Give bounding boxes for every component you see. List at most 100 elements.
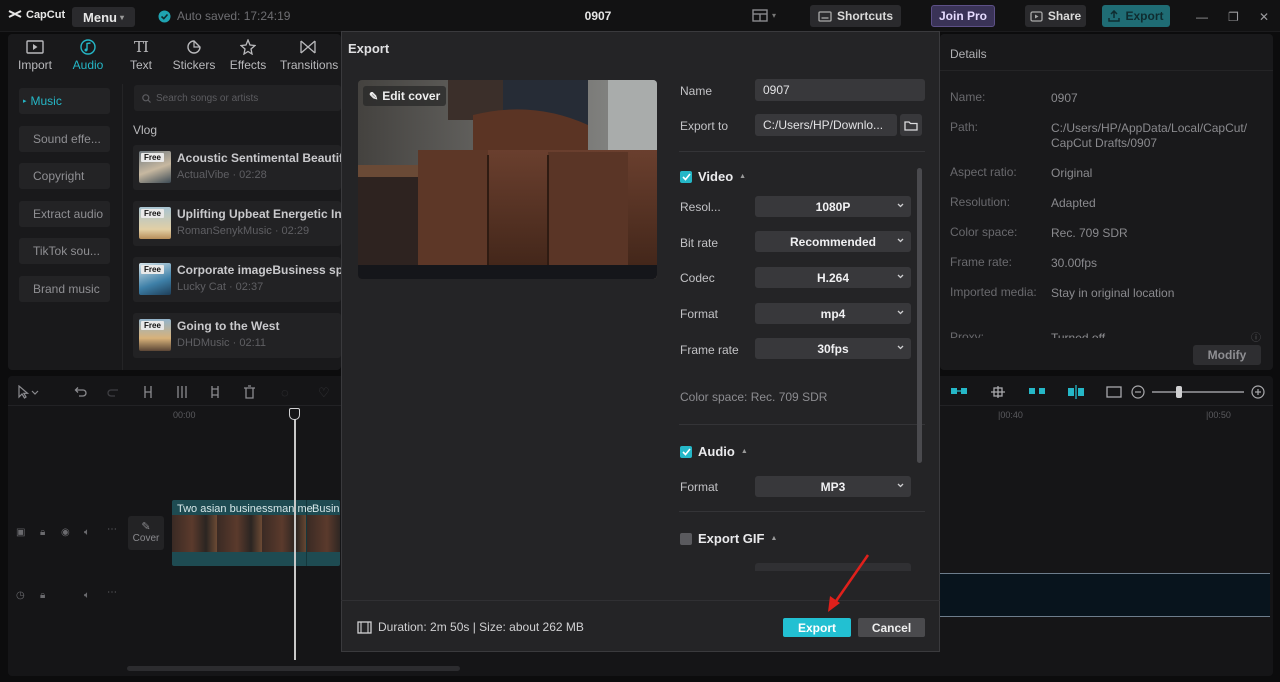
- detail-key: Path:: [950, 120, 979, 134]
- export-path-field[interactable]: C:/Users/HP/Downlo...: [755, 114, 897, 136]
- tab-audio[interactable]: Audio: [63, 38, 113, 72]
- folder-button[interactable]: [900, 114, 922, 136]
- tab-effects[interactable]: Effects: [223, 38, 273, 72]
- select-tool-icon[interactable]: [17, 385, 39, 399]
- dialog-scrollbar[interactable]: [917, 168, 922, 463]
- effects-icon: [223, 38, 273, 56]
- tab-effects-label: Effects: [229, 58, 267, 72]
- sidebar-item-sound-effects[interactable]: Sound effe...: [19, 126, 110, 152]
- split-left-icon[interactable]: [175, 385, 189, 399]
- video-section-header[interactable]: Video ▲: [680, 169, 746, 184]
- timeline-scrollbar[interactable]: [127, 666, 460, 671]
- free-badge: Free: [141, 321, 164, 330]
- minimize-icon[interactable]: —: [1196, 10, 1208, 24]
- edit-cover-button[interactable]: ✎ Edit cover: [363, 86, 447, 106]
- delete-icon[interactable]: [243, 385, 256, 399]
- codec-select[interactable]: H.264: [755, 267, 911, 288]
- layout-icon[interactable]: ▾: [752, 9, 776, 22]
- join-pro-button[interactable]: Join Pro: [931, 5, 995, 27]
- cover-button[interactable]: ✎ Cover: [128, 516, 164, 550]
- undo-icon[interactable]: [73, 385, 87, 399]
- resolution-select[interactable]: 1080P: [755, 196, 911, 217]
- audio-track-icon[interactable]: ◷: [16, 590, 25, 601]
- preview-icon[interactable]: [1106, 385, 1122, 399]
- more-icon[interactable]: ⋯: [107, 587, 117, 598]
- category-label: Vlog: [133, 123, 158, 137]
- video-clip[interactable]: Two asian businessman me Busin: [172, 500, 340, 566]
- section-divider: [679, 424, 925, 425]
- main-track-icon[interactable]: ▣: [16, 527, 25, 538]
- split-icon[interactable]: [141, 385, 155, 399]
- sidebar-divider: [122, 84, 123, 370]
- sidebar-item-extract-audio[interactable]: Extract audio: [19, 201, 110, 227]
- music-search-input[interactable]: Search songs or artists: [134, 85, 341, 111]
- duration-text: Duration: 2m 50s | Size: about 262 MB: [378, 620, 584, 634]
- upload-icon: [1108, 10, 1121, 22]
- info-icon[interactable]: ⓘ: [1251, 329, 1261, 344]
- tab-transitions[interactable]: Transitions: [280, 38, 338, 72]
- details-heading: Details: [950, 47, 987, 61]
- list-item[interactable]: Free Uplifting Upbeat Energetic Ins Roma…: [133, 201, 341, 246]
- frame-rate-select[interactable]: 30fps: [755, 338, 911, 359]
- maximize-icon[interactable]: ❐: [1228, 10, 1239, 24]
- tab-import-label: Import: [17, 58, 52, 72]
- share-button[interactable]: Share: [1025, 5, 1086, 27]
- gif-section-header[interactable]: Export GIF ▲: [680, 531, 777, 546]
- eye-icon[interactable]: ◉: [61, 527, 70, 538]
- codec-value: H.264: [816, 270, 850, 285]
- volume-icon[interactable]: 🔈︎: [84, 527, 90, 538]
- tab-text[interactable]: TI Text: [116, 38, 166, 72]
- capcut-logo-icon: [8, 10, 22, 18]
- cancel-button[interactable]: Cancel: [858, 618, 925, 637]
- list-item[interactable]: Free Corporate imageBusiness sp Lucky Ca…: [133, 257, 341, 302]
- zoom-in-icon[interactable]: [1251, 385, 1265, 399]
- zoom-slider[interactable]: [1152, 391, 1244, 393]
- zoom-slider-handle[interactable]: [1176, 386, 1182, 398]
- audio-checkbox[interactable]: [680, 445, 692, 458]
- chevron-down-icon: [897, 238, 904, 243]
- list-item[interactable]: Free Going to the West DHDMusic · 02:11: [133, 313, 341, 358]
- bitrate-select[interactable]: Recommended: [755, 231, 911, 252]
- detail-value: Original: [1051, 166, 1093, 180]
- list-item[interactable]: Free Acoustic Sentimental Beautiful Actu…: [133, 145, 341, 190]
- magnet-icon[interactable]: [989, 385, 1007, 399]
- sidebar-item-tiktok-sounds[interactable]: TikTok sou...: [19, 238, 110, 264]
- detail-value: Turned off: [1051, 331, 1106, 338]
- format-value: mp4: [820, 306, 846, 321]
- modify-button[interactable]: Modify: [1193, 345, 1261, 365]
- audio-clip[interactable]: [940, 573, 1270, 617]
- lock-icon[interactable]: 🔒︎: [40, 527, 45, 538]
- menu-button[interactable]: Menu ▾: [72, 7, 135, 27]
- shortcuts-button[interactable]: Shortcuts: [810, 5, 901, 27]
- snap-icon[interactable]: [1028, 385, 1046, 399]
- autosave-status: Auto saved: 17:24:19: [158, 9, 290, 23]
- playhead-handle[interactable]: [289, 408, 300, 420]
- split-right-icon[interactable]: [208, 385, 222, 399]
- lock-icon[interactable]: 🔒︎: [40, 590, 45, 601]
- playhead[interactable]: [294, 408, 296, 660]
- zoom-out-icon[interactable]: [1131, 385, 1145, 399]
- volume-icon[interactable]: 🔈︎: [84, 590, 90, 601]
- more-icon[interactable]: ⋯: [107, 524, 117, 535]
- close-icon[interactable]: ✕: [1259, 10, 1269, 24]
- audio-format-select[interactable]: MP3: [755, 476, 911, 497]
- sidebar-item-brand-music[interactable]: Brand music: [19, 276, 110, 302]
- gif-checkbox[interactable]: [680, 532, 692, 545]
- video-checkbox[interactable]: [680, 170, 692, 183]
- cover-preview: [358, 80, 657, 279]
- export-top-button[interactable]: Export: [1102, 5, 1170, 27]
- link-icon[interactable]: [950, 385, 968, 399]
- split-view-icon[interactable]: [1067, 385, 1085, 399]
- sidebar-item-copyright[interactable]: Copyright: [19, 163, 110, 189]
- export-button[interactable]: Export: [783, 618, 851, 637]
- name-field[interactable]: 0907: [755, 79, 925, 101]
- tab-stickers[interactable]: Stickers: [169, 38, 219, 72]
- format-select[interactable]: mp4: [755, 303, 911, 324]
- clip-label: Busin: [312, 503, 340, 515]
- format-label: Format: [680, 307, 719, 321]
- sidebar-item-music[interactable]: ▸ Music: [19, 88, 110, 114]
- tab-import[interactable]: Import: [10, 38, 60, 72]
- track-meta: Lucky Cat · 02:37: [177, 281, 264, 293]
- chevron-down-icon: [897, 203, 904, 208]
- audio-section-header[interactable]: Audio ▲: [680, 444, 748, 459]
